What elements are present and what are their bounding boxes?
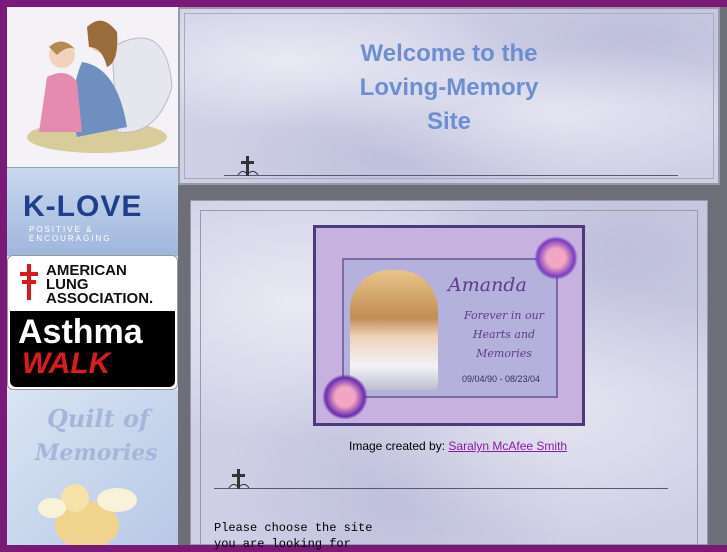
memorial-verse: Forever in our Hearts and Memories — [454, 306, 554, 363]
asthma-walk-ad[interactable]: AMERICAN LUNG ASSOCIATION. Asthma WALK — [7, 255, 178, 390]
lung-cross-icon — [18, 264, 40, 300]
walk-word: WALK — [22, 347, 111, 380]
klove-logo: K-LOVE — [23, 190, 143, 223]
memorial-image: Amanda Forever in our Hearts and Memorie… — [313, 225, 585, 426]
page-title: Welcome to the Loving-Memory Site — [180, 37, 718, 139]
instructions-text: Please choose the site you are looking f… — [214, 520, 372, 552]
header-divider — [224, 175, 678, 176]
klove-ad[interactable]: K-LOVE Positive & Encouraging — [7, 167, 178, 256]
sidebar: K-LOVE Positive & Encouraging AMERICAN L… — [7, 7, 178, 545]
image-caption: Image created by: Saralyn McAfee Smith — [349, 439, 567, 453]
memorial-card: Amanda Forever in our Hearts and Memorie… — [342, 258, 558, 398]
angel-figurine-image — [27, 20, 173, 153]
memorial-dates: 09/04/90 - 08/23/04 — [462, 374, 541, 384]
cross-icon — [228, 469, 250, 489]
instructions-line1: Please choose the site — [214, 521, 373, 535]
flower-icon — [534, 236, 578, 280]
title-line3: Site — [426, 108, 471, 135]
cherub-image — [38, 484, 137, 545]
title-line2: Loving-Memory — [359, 74, 539, 101]
caption-prefix: Image created by: — [349, 439, 449, 453]
quilt-ad[interactable]: Quilt of Memories — [7, 390, 178, 545]
memorial-verse-line1: Forever in our — [464, 309, 544, 322]
author-link[interactable]: Saralyn McAfee Smith — [448, 439, 567, 453]
angel-figurine-ad[interactable] — [7, 7, 178, 167]
memorial-verse-line2: Hearts and — [472, 328, 536, 341]
flower-icon — [322, 374, 368, 420]
quilt-line1: Quilt of — [47, 404, 150, 433]
lung-line3: ASSOCIATION. — [46, 290, 154, 307]
title-line1: Welcome to the — [360, 40, 538, 67]
quilt-line2: Memories — [35, 440, 158, 466]
asthma-block: Asthma WALK — [10, 311, 175, 387]
cross-icon — [237, 156, 259, 176]
memorial-name: Amanda — [448, 274, 527, 296]
memorial-photo — [350, 270, 438, 390]
instructions-line2: you are looking for — [214, 537, 351, 551]
header-panel: Welcome to the Loving-Memory Site — [178, 7, 720, 185]
memorial-verse-line3: Memories — [476, 347, 532, 360]
content-divider — [214, 488, 668, 489]
klove-tagline: Positive & Encouraging — [29, 225, 112, 243]
